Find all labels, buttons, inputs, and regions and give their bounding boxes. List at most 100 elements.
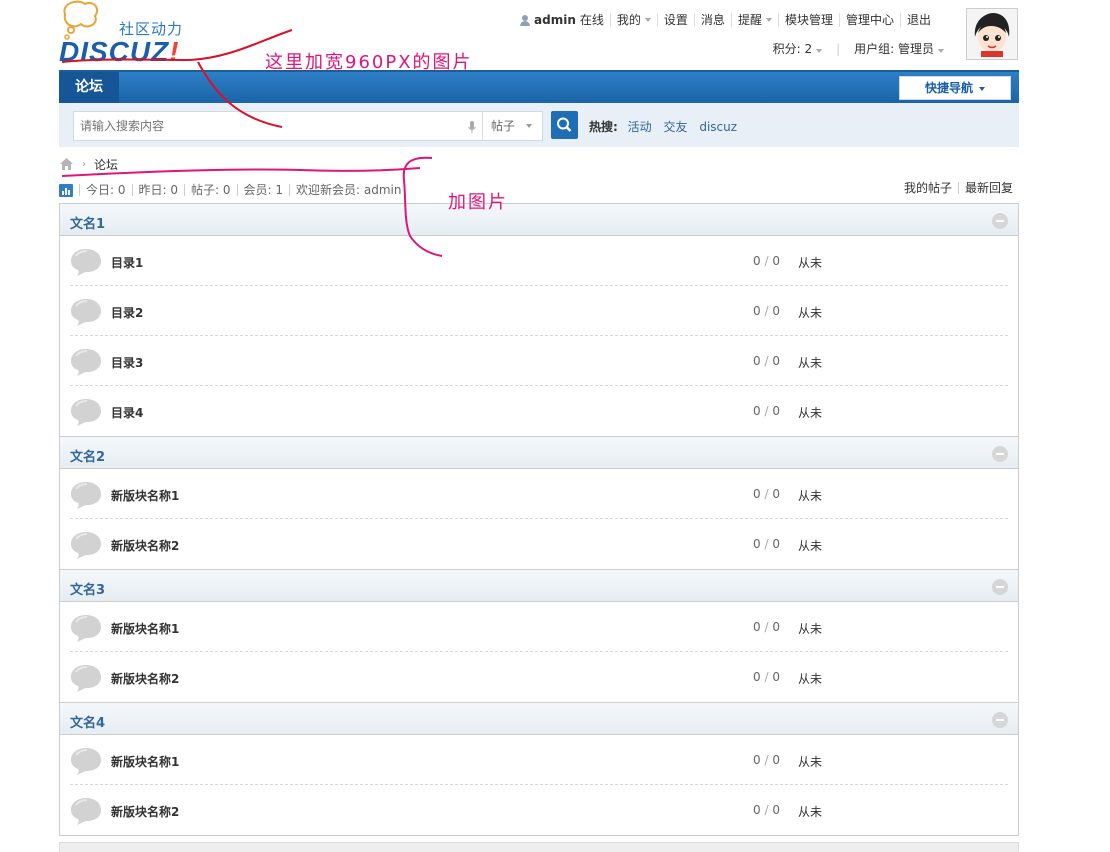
post-count: 0 [772,537,780,551]
chevron-down-icon [765,18,772,22]
forum-row[interactable]: 目录2 0 / 0 从未 [70,286,1008,336]
logout-link[interactable]: 退出 [899,13,937,27]
forum-counts: 0 / 0 [753,487,780,501]
my-menu[interactable]: 我的 [609,13,657,27]
forum-bubble-icon [71,748,101,775]
forum-name[interactable]: 目录2 [111,304,143,321]
forum-row[interactable]: 新版块名称2 0 / 0 从未 [70,652,1008,702]
category-header[interactable]: 文名4 [60,703,1018,735]
last-post: 从未 [798,406,823,420]
forum-row[interactable]: 新版块名称1 0 / 0 从未 [70,735,1008,785]
forum-bubble-icon [71,399,101,426]
search-button[interactable] [551,111,578,139]
forum-name[interactable]: 新版块名称1 [111,620,179,637]
last-post: 从未 [798,672,823,686]
hot-search-link[interactable]: 活动 [628,120,652,134]
forum-counts: 0 / 0 [753,753,780,767]
last-post: 从未 [798,622,823,636]
points-menu[interactable]: 积分: 2 [773,40,823,57]
post-count: 0 [772,803,780,817]
user-status[interactable]: admin 在线 [514,13,610,27]
latest-replies-link[interactable]: 最新回复 [957,182,1019,194]
post-count: 0 [772,354,780,368]
admin-center-link[interactable]: 管理中心 [838,13,900,27]
forum-name[interactable]: 目录4 [111,404,143,421]
collapse-icon[interactable] [992,712,1008,728]
forum-bubble-icon [71,482,101,509]
collapse-icon[interactable] [992,213,1008,229]
online-status: 在线 [579,13,604,27]
search-box: 帖子 [73,111,543,141]
annotation-note: 加图片 [448,192,508,213]
forum-name[interactable]: 新版块名称2 [111,670,179,687]
collapse-icon[interactable] [992,579,1008,595]
search-type-select[interactable]: 帖子 [482,112,542,140]
notifications-menu[interactable]: 提醒 [730,13,778,27]
breadcrumb-current[interactable]: 论坛 [94,156,118,173]
last-post: 从未 [798,256,823,270]
forum-row[interactable]: 新版块名称2 0 / 0 从未 [70,519,1008,569]
search-input[interactable] [74,112,454,140]
forum-bubble-icon [71,299,101,326]
stats-links: 我的帖子 最新回复 [898,182,1019,194]
thread-count: 0 [753,803,761,817]
post-count: 0 [772,254,780,268]
username[interactable]: admin [534,13,576,27]
category-title[interactable]: 文名3 [70,579,105,598]
site-logo[interactable]: 社区动力 DISCUZ! [59,0,199,67]
chevron-down-icon [644,18,651,22]
category-title[interactable]: 文名2 [70,446,105,465]
hot-searches: 热搜: 活动 交友 discuz [589,118,745,135]
forum-row[interactable]: 目录3 0 / 0 从未 [70,336,1008,386]
forum-counts: 0 / 0 [753,620,780,634]
forum-row[interactable]: 目录1 0 / 0 从未 [70,236,1008,286]
search-bar: 帖子 热搜: 活动 交友 discuz [59,103,1019,147]
home-icon[interactable] [59,157,74,171]
thread-count: 0 [753,354,761,368]
forum-counts: 0 / 0 [753,254,780,268]
usergroup-menu[interactable]: 用户组: 管理员 [854,40,944,57]
category-title[interactable]: 文名4 [70,712,105,731]
tab-forum[interactable]: 论坛 [59,72,119,103]
user-subinfo: 积分: 2 | 用户组: 管理员 [773,40,944,57]
category-title[interactable]: 文名1 [70,213,105,232]
forum-row[interactable]: 新版块名称1 0 / 0 从未 [70,602,1008,652]
category-body: 目录1 0 / 0 从未 目录2 0 / 0 从未 目录3 0 / 0 从未 目录4 0 / 0 从未 [60,236,1018,437]
forum-counts: 0 / 0 [753,537,780,551]
forum-counts: 0 / 0 [753,304,780,318]
forum-name[interactable]: 目录3 [111,354,143,371]
forum-counts: 0 / 0 [753,670,780,684]
collapse-icon[interactable] [992,446,1008,462]
messages-link[interactable]: 消息 [693,13,731,27]
hot-search-link[interactable]: 交友 [663,120,687,134]
post-count: 0 [772,304,780,318]
forum-list: 文名1 目录1 0 / 0 从未 目录2 0 / 0 从未 目录3 0 / 0 从未 目录4 0 / … [59,203,1019,836]
forum-name[interactable]: 新版块名称1 [111,487,179,504]
forum-row[interactable]: 新版块名称2 0 / 0 从未 [70,785,1008,835]
top-user-nav: admin 在线 我的 设置 消息 提醒 模块管理 管理中心 退出 [514,12,937,28]
forum-counts: 0 / 0 [753,404,780,418]
forum-name[interactable]: 新版块名称2 [111,803,179,820]
quick-nav-button[interactable]: 快捷导航 [899,76,1011,100]
chevron-down-icon [816,49,823,53]
my-posts-link[interactable]: 我的帖子 [898,182,958,194]
chevron-down-icon [526,124,532,128]
thread-count: 0 [753,487,761,501]
stat-yesterday: 昨日: 0 [131,184,185,196]
forum-name[interactable]: 目录1 [111,254,143,271]
last-post: 从未 [798,805,823,819]
stat-welcome[interactable]: 欢迎新会员: admin [289,184,407,196]
category-header[interactable]: 文名2 [60,437,1018,469]
category-header[interactable]: 文名1 [60,204,1018,236]
thread-count: 0 [753,670,761,684]
category-header[interactable]: 文名3 [60,570,1018,602]
avatar[interactable] [966,8,1018,60]
hot-search-link[interactable]: discuz [699,120,737,134]
forum-row[interactable]: 目录4 0 / 0 从未 [70,386,1008,436]
forum-name[interactable]: 新版块名称1 [111,753,179,770]
forum-row[interactable]: 新版块名称1 0 / 0 从未 [70,469,1008,519]
module-admin-link[interactable]: 模块管理 [777,13,839,27]
settings-link[interactable]: 设置 [656,13,694,27]
microphone-icon[interactable] [468,121,476,133]
forum-name[interactable]: 新版块名称2 [111,537,179,554]
